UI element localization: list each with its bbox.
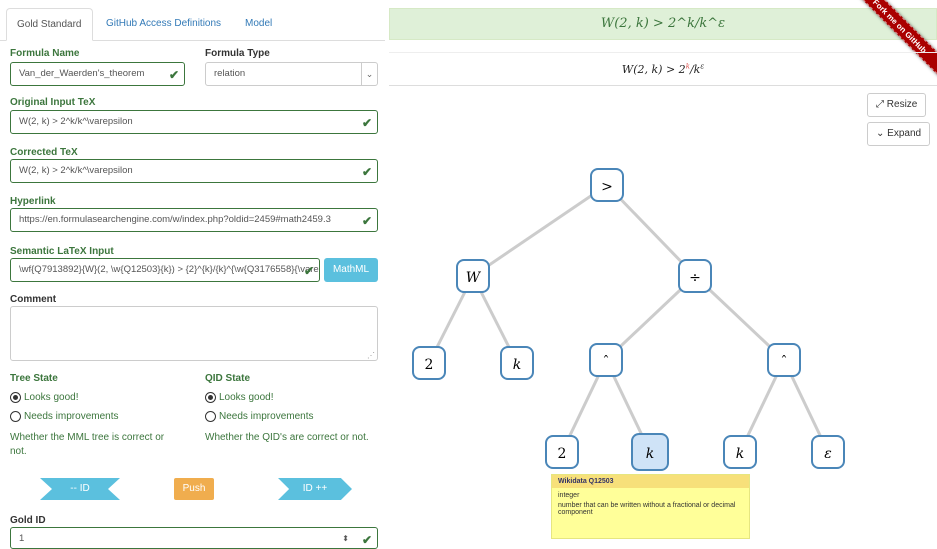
radio-unselected-icon[interactable] [205, 411, 216, 422]
formula-type-label: Formula Type [205, 48, 270, 59]
tree-node-w[interactable]: W [456, 259, 490, 293]
push-button[interactable]: Push [174, 478, 214, 500]
svg-text:2: 2 [558, 446, 567, 462]
gold-id-value: 1 [19, 533, 25, 544]
qid-state-help: Whether the QID's are correct or not. [205, 432, 369, 443]
next-id-button[interactable]: ID ++ [278, 478, 352, 500]
tree-opt-good-label: Looks good! [24, 392, 79, 403]
tab-bar: Gold Standard GitHub Access Definitions … [0, 8, 385, 41]
check-icon: ✔ [361, 533, 372, 547]
original-tex-label: Original Input TeX [10, 97, 96, 108]
prev-id-button[interactable]: -- ID [40, 478, 120, 500]
comment-textarea[interactable]: ⋰ [10, 306, 378, 361]
tooltip-description: number that can be written without a fra… [558, 502, 736, 516]
tree-node-k-c[interactable]: k [723, 435, 757, 469]
tab-github-access[interactable]: GitHub Access Definitions [96, 8, 231, 41]
check-icon: ✔ [168, 68, 179, 82]
qid-state-option-needs[interactable]: Needs improvements [205, 411, 313, 422]
svg-text:ε: ε [824, 446, 832, 462]
tree-node-two-a[interactable]: 2 [412, 346, 446, 380]
tab-gold-standard[interactable]: Gold Standard [6, 8, 93, 41]
check-icon: ✔ [361, 165, 372, 179]
semantic-latex-input[interactable]: \wf{Q7913892}{W}(2, \w{Q12503}{k}) > {2}… [10, 258, 320, 282]
tree-node-root[interactable]: > [590, 168, 624, 202]
formula-name-value: Van_der_Waerden's_theorem [19, 68, 145, 79]
svg-text:ˆ: ˆ [603, 354, 610, 370]
formula-name-input[interactable]: Van_der_Waerden's_theorem ✔ [10, 62, 185, 86]
tree-node-two-b[interactable]: 2 [545, 435, 579, 469]
check-icon: ✔ [361, 214, 372, 228]
radio-unselected-icon[interactable] [10, 411, 21, 422]
tree-node-pow-a[interactable]: ˆ [589, 343, 623, 377]
gold-id-label: Gold ID [10, 515, 46, 526]
hyperlink-input[interactable]: https://en.formulasearchengine.com/w/ind… [10, 208, 378, 232]
resize-grip-icon[interactable]: ⋰ [367, 351, 375, 360]
tree-state-label: Tree State [10, 373, 58, 384]
tab-model[interactable]: Model [235, 8, 282, 41]
expression-tree: > W ÷ 2 k ˆ ˆ 2 k k ε [412, 168, 845, 471]
formula-name-label: Formula Name [10, 48, 80, 59]
svg-text:W: W [466, 270, 482, 286]
tree-node-divide[interactable]: ÷ [678, 259, 712, 293]
chevron-down-icon: ⌄ [361, 63, 377, 85]
svg-text:k: k [513, 357, 521, 373]
tooltip-title: Wikidata Q12503 [552, 475, 749, 488]
svg-text:÷: ÷ [689, 270, 701, 286]
formula-type-value: relation [214, 68, 246, 79]
corrected-tex-value: W(2, k) > 2^k/k^\varepsilon [19, 165, 133, 176]
hyperlink-value: https://en.formulasearchengine.com/w/ind… [19, 214, 331, 225]
original-tex-input[interactable]: W(2, k) > 2^k/k^\varepsilon ✔ [10, 110, 378, 134]
qid-opt-good-label: Looks good! [219, 392, 274, 403]
svg-text:>: > [601, 179, 613, 195]
semantic-latex-label: Semantic LaTeX Input [10, 246, 114, 257]
check-icon: ✔ [303, 264, 314, 278]
qid-opt-needs-label: Needs improvements [219, 411, 314, 422]
comment-label: Comment [10, 294, 57, 305]
hyperlink-label: Hyperlink [10, 196, 56, 207]
original-tex-value: W(2, k) > 2^k/k^\varepsilon [19, 116, 133, 127]
corrected-tex-input[interactable]: W(2, k) > 2^k/k^\varepsilon ✔ [10, 159, 378, 183]
tree-state-option-good[interactable]: Looks good! [10, 392, 79, 403]
svg-text:2: 2 [425, 357, 434, 373]
tree-edges [427, 183, 830, 453]
tree-node-k-a[interactable]: k [500, 346, 534, 380]
tree-node-k-b-highlighted[interactable]: k [631, 433, 669, 471]
tooltip-name: integer [558, 492, 580, 499]
check-icon: ✔ [361, 116, 372, 130]
formula-type-select[interactable]: relation ⌄ [205, 62, 378, 86]
tree-state-help: Whether the MML tree is correct or not. [10, 432, 165, 457]
svg-text:k: k [646, 446, 654, 462]
tree-node-pow-b[interactable]: ˆ [767, 343, 801, 377]
tree-opt-needs-label: Needs improvements [24, 411, 119, 422]
right-panel: W(2, k) > 2^k/k^ε Fork me on GitHub W(2,… [389, 0, 937, 546]
wikidata-tooltip: Wikidata Q12503 integer number that can … [551, 474, 750, 539]
semantic-latex-value: \wf{Q7913892}{W}(2, \w{Q12503}{k}) > {2}… [19, 264, 320, 275]
mathml-button[interactable]: MathML [324, 258, 378, 282]
left-panel: Gold Standard GitHub Access Definitions … [0, 0, 385, 549]
svg-text:ˆ: ˆ [781, 354, 788, 370]
tree-state-option-needs[interactable]: Needs improvements [10, 411, 118, 422]
qid-state-option-good[interactable]: Looks good! [205, 392, 274, 403]
radio-selected-icon[interactable] [205, 392, 216, 403]
corrected-tex-label: Corrected TeX [10, 147, 78, 158]
radio-selected-icon[interactable] [10, 392, 21, 403]
tree-node-eps[interactable]: ε [811, 435, 845, 469]
qid-state-label: QID State [205, 373, 251, 384]
svg-text:k: k [736, 446, 744, 462]
